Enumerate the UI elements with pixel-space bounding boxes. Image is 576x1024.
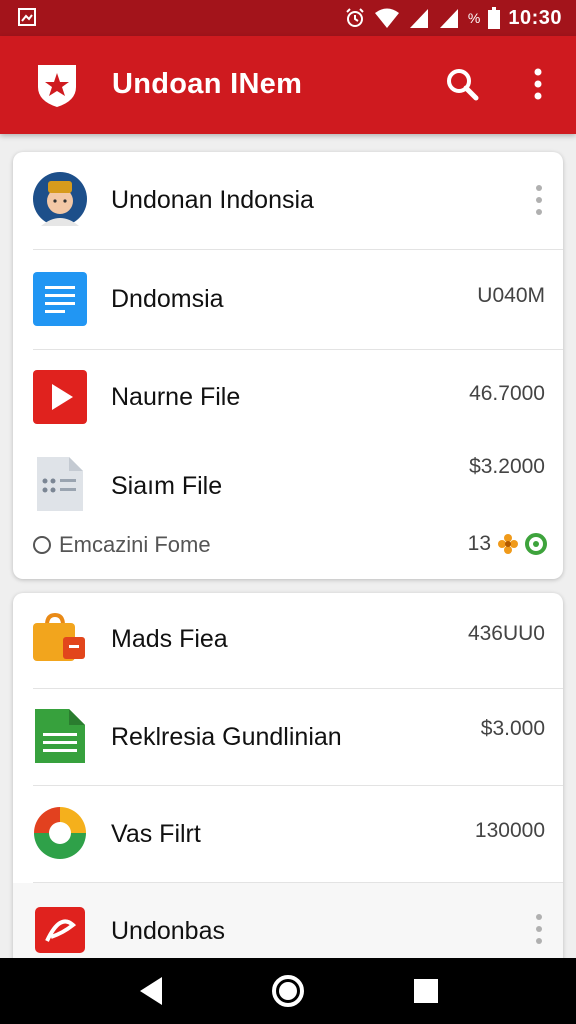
list-item-label: Dndomsia [111, 285, 224, 313]
list-item-file[interactable]: Siaım File $3.2000 [13, 445, 563, 525]
list-item-value: U040M [477, 284, 545, 307]
footer-label-text: Emcazini Fome [59, 532, 211, 557]
app-logo-icon [38, 65, 76, 107]
files-card-1: Undonan Indonsia Dndomsia U040M Naurne F… [13, 152, 563, 579]
notification-image-icon [18, 8, 36, 26]
wifi-icon [374, 8, 399, 28]
radio-ring-icon [33, 536, 51, 554]
search-icon[interactable] [444, 66, 480, 102]
signal-icon [409, 9, 428, 28]
battery-icon [488, 7, 501, 29]
list-item-value: $3.000 [480, 717, 545, 740]
app-title: Undoan INem [112, 68, 303, 100]
status-time: 10:30 [508, 6, 562, 29]
home-icon[interactable] [270, 973, 306, 1009]
card-footer-label[interactable]: Emcazini Fome [33, 532, 211, 558]
list-item-value: 46.7000 [469, 382, 545, 405]
list-item-label: Undonan Indonsia [111, 186, 314, 214]
list-item-document[interactable]: Dndomsia U040M [13, 250, 563, 350]
list-item-label: Naurne File [111, 383, 241, 411]
list-item-label: Undonbas [111, 917, 225, 945]
list-item-logo[interactable]: Vas Filrt 130000 [13, 786, 563, 882]
overflow-menu-icon[interactable] [526, 66, 550, 102]
status-bar: % 10:30 [0, 0, 576, 36]
file-icon [37, 457, 83, 511]
sheet-icon [35, 709, 85, 763]
circle-logo-icon [34, 807, 86, 859]
list-item-profile[interactable]: Undonan Indonsia [13, 152, 563, 250]
list-item-sheet[interactable]: Reklresia Gundlinian $3.000 [13, 689, 563, 785]
card-footer-value: 13 [468, 532, 547, 556]
app-bar: Undoan INem [0, 36, 576, 134]
shopping-bag-icon [33, 612, 85, 661]
more-options-icon[interactable] [533, 184, 545, 216]
list-item-label: Mads Fiea [111, 625, 228, 653]
list-item-shop[interactable]: Mads Fiea 436UU0 [13, 593, 563, 688]
recents-icon[interactable] [408, 973, 444, 1009]
list-item-video[interactable]: Naurne File 46.7000 [13, 350, 563, 445]
alarm-icon [346, 8, 364, 27]
more-options-icon[interactable] [533, 913, 545, 945]
flower-icon [498, 534, 518, 554]
list-item-value: 130000 [474, 819, 545, 842]
files-card-2: Mads Fiea 436UU0 Reklresia Gundlinian $3… [13, 593, 563, 973]
avatar [33, 172, 87, 226]
list-item-label: Vas Filrt [111, 820, 201, 848]
list-item-value: $3.2000 [469, 455, 545, 478]
footer-count: 13 [467, 532, 491, 555]
battery-percent-label: % [467, 10, 481, 26]
red-app-icon [35, 907, 85, 953]
signal-icon-2 [439, 9, 458, 28]
green-badge-icon [525, 533, 547, 555]
document-icon [33, 272, 87, 326]
play-icon [33, 370, 87, 424]
navigation-bar [0, 958, 576, 1024]
list-item-label: Siaım File [111, 472, 223, 500]
list-item-label: Reklresia Gundlinian [111, 723, 342, 751]
back-icon[interactable] [134, 973, 170, 1009]
list-item-value: 436UU0 [467, 622, 545, 645]
